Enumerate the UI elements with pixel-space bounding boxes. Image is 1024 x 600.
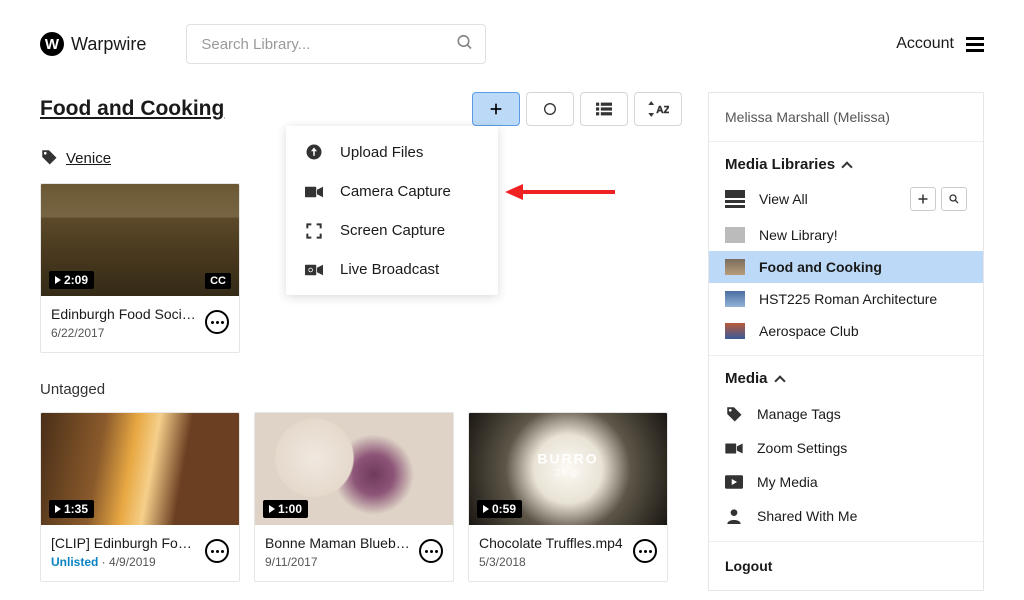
play-icon [725,473,743,491]
section-untagged: Untagged [40,381,682,398]
add-dropdown: Upload Files Camera Capture Screen Captu… [286,126,498,295]
logo-icon: W [40,32,64,56]
tag-icon [725,405,743,423]
video-date: 5/3/2018 [479,555,627,569]
annotation-arrow [505,180,615,207]
camera-icon [725,439,743,457]
list-view-button[interactable] [580,92,628,126]
video-duration: 1:35 [49,500,94,518]
logo[interactable]: W Warpwire [40,32,146,56]
sidebar-view-all[interactable]: View All [725,190,808,208]
more-button[interactable] [205,539,229,563]
video-duration: 2:09 [49,271,94,289]
sidebar-logout[interactable]: Logout [709,542,983,590]
video-date: 9/11/2017 [265,555,413,569]
account-label: Account [896,35,954,53]
video-date: 6/22/2017 [51,326,199,340]
library-thumb-icon [725,291,745,307]
video-thumbnail: 2:09 CC [41,184,239,296]
video-card[interactable]: 2:09 CC Edinburgh Food Soci… 6/22/2017 [40,183,240,353]
video-thumbnail: 1:00 [255,413,453,525]
stack-icon [725,190,745,208]
video-duration: 1:00 [263,500,308,518]
video-title: Chocolate Truffles.mp4 [479,535,627,551]
broadcast-icon [304,263,324,277]
camera-icon [304,185,324,199]
search-input[interactable] [186,24,486,64]
sidebar-shared-with-me[interactable]: Shared With Me [709,499,983,533]
content-header: Food and Cooking AZ [40,92,682,126]
sidebar-library-item[interactable]: Food and Cooking [709,251,983,283]
dropdown-live-broadcast[interactable]: Live Broadcast [286,250,498,289]
cc-badge: CC [205,273,231,289]
chevron-up-icon [774,375,785,386]
sidebar-manage-tags[interactable]: Manage Tags [709,397,983,431]
video-duration: 0:59 [477,500,522,518]
record-button[interactable] [526,92,574,126]
sidebar-zoom-settings[interactable]: Zoom Settings [709,431,983,465]
video-card[interactable]: BURRO25 gr 0:59 Chocolate Truffles.mp4 5… [468,412,668,582]
person-icon [725,507,743,525]
screen-icon [304,223,324,239]
video-thumbnail: BURRO25 gr 0:59 [469,413,667,525]
main-content: Food and Cooking AZ [40,92,682,591]
dropdown-screen-capture[interactable]: Screen Capture [286,211,498,250]
toolbar: AZ [472,92,682,126]
search-icon[interactable] [456,34,474,55]
video-thumbnail: 1:35 [41,413,239,525]
sort-button[interactable]: AZ [634,92,682,126]
app-header: W Warpwire Account [0,0,1024,76]
dropdown-upload-files[interactable]: Upload Files [286,132,498,172]
video-title: Bonne Maman Blueb… [265,535,413,551]
sidebar-section-media-libraries[interactable]: Media Libraries [709,142,983,183]
video-card[interactable]: 1:00 Bonne Maman Blueb… 9/11/2017 [254,412,454,582]
logo-text: Warpwire [71,34,146,55]
account-menu[interactable]: Account [896,35,984,53]
dropdown-camera-capture[interactable]: Camera Capture [286,172,498,211]
sidebar-my-media[interactable]: My Media [709,465,983,499]
dropdown-label: Screen Capture [340,222,445,239]
sidebar-section-media[interactable]: Media [709,356,983,397]
status-badge: Unlisted [51,555,98,569]
video-card[interactable]: 1:35 [CLIP] Edinburgh Fo… Unlisted · 4/9… [40,412,240,582]
video-title: [CLIP] Edinburgh Fo… [51,535,199,551]
more-button[interactable] [633,539,657,563]
search-container [186,24,486,64]
menu-icon [966,37,984,52]
dropdown-label: Upload Files [340,144,423,161]
upload-icon [304,143,324,161]
dropdown-label: Camera Capture [340,183,451,200]
sidebar-library-item[interactable]: New Library! [709,219,983,251]
video-date: Unlisted · 4/9/2019 [51,555,199,569]
sidebar: Melissa Marshall (Melissa) Media Librari… [708,92,984,591]
thumb-overlay-text: BURRO25 gr [537,451,598,478]
tag-icon [40,148,58,169]
more-button[interactable] [205,310,229,334]
page-title[interactable]: Food and Cooking [40,97,224,121]
chevron-up-icon [841,161,852,172]
more-button[interactable] [419,539,443,563]
library-thumb-icon [725,227,745,243]
sidebar-search-library-button[interactable] [941,187,967,211]
svg-text:AZ: AZ [656,105,669,116]
sidebar-user: Melissa Marshall (Melissa) [709,93,983,141]
library-thumb-icon [725,259,745,275]
video-title: Edinburgh Food Soci… [51,306,199,322]
sidebar-library-item[interactable]: Aerospace Club [709,315,983,347]
tag-link[interactable]: Venice [66,150,111,167]
sidebar-add-library-button[interactable] [910,187,936,211]
dropdown-label: Live Broadcast [340,261,439,278]
library-thumb-icon [725,323,745,339]
add-button[interactable] [472,92,520,126]
sidebar-library-item[interactable]: HST225 Roman Architecture [709,283,983,315]
